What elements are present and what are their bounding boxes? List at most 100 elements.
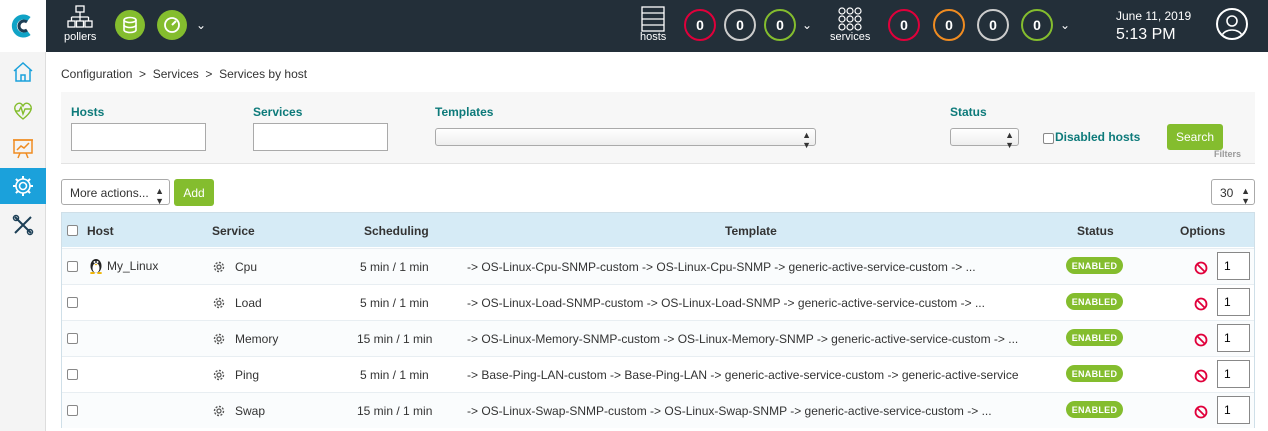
linux-penguin-icon	[89, 257, 103, 274]
disable-icon[interactable]	[1194, 297, 1208, 314]
disable-icon[interactable]	[1194, 405, 1208, 422]
pollers-button[interactable]: pollers	[64, 4, 96, 43]
table-row: Swap 15 min / 1 min -> OS-Linux-Swap-SNM…	[62, 392, 1254, 428]
table-row: Memory 15 min / 1 min -> OS-Linux-Memory…	[62, 320, 1254, 356]
service-link[interactable]: Cpu	[235, 260, 257, 274]
select-arrows-icon: ▲ ▼	[1241, 186, 1250, 206]
service-link[interactable]: Ping	[235, 368, 259, 382]
disabled-hosts-checkbox[interactable]	[1043, 133, 1054, 144]
table-header: Host Service Scheduling Template Status …	[62, 213, 1254, 247]
service-gear-icon	[212, 296, 226, 313]
page-size-select[interactable]: 30 ▲ ▼	[1211, 179, 1255, 206]
disable-icon[interactable]	[1194, 369, 1208, 386]
service-gear-icon	[212, 368, 226, 385]
services-ok-count[interactable]: 0	[1021, 9, 1053, 41]
disable-icon[interactable]	[1194, 333, 1208, 350]
host-link[interactable]: My_Linux	[107, 259, 158, 273]
latency-status-icon[interactable]	[157, 10, 187, 40]
services-filter-label: Services	[253, 105, 303, 119]
row-checkbox[interactable]	[67, 333, 78, 344]
column-header-template: Template	[725, 224, 777, 238]
sidebar-item-configuration[interactable]	[0, 168, 46, 204]
hosts-chevron-down-icon[interactable]: ⌄	[802, 18, 812, 32]
template-chain[interactable]: -> OS-Linux-Cpu-SNMP-custom -> OS-Linux-…	[467, 260, 976, 274]
column-header-host[interactable]: Host	[87, 224, 114, 238]
reporting-icon	[13, 139, 33, 159]
column-header-status: Status	[1077, 224, 1114, 238]
column-header-service[interactable]: Service	[212, 224, 255, 238]
template-chain[interactable]: -> OS-Linux-Load-SNMP-custom -> OS-Linux…	[467, 296, 985, 310]
service-gear-icon	[212, 332, 226, 349]
clock-date: June 11, 2019	[1116, 9, 1192, 23]
services-chevron-down-icon[interactable]: ⌄	[1060, 18, 1070, 32]
services-button[interactable]: services	[830, 6, 870, 43]
scheduling-value: 15 min / 1 min	[357, 332, 433, 346]
sidebar-item-reporting[interactable]	[0, 130, 46, 166]
status-badge: ENABLED	[1066, 257, 1123, 274]
more-actions-select[interactable]: More actions... ▲ ▼	[61, 179, 170, 206]
user-profile-icon[interactable]	[1216, 8, 1248, 40]
hosts-down-count[interactable]: 0	[684, 9, 716, 41]
status-filter-select[interactable]: ▲ ▼	[950, 128, 1019, 150]
services-critical-count[interactable]: 0	[888, 9, 920, 41]
duplicate-count-input[interactable]	[1217, 396, 1250, 424]
chevron-down-icon[interactable]: ⌄	[196, 18, 206, 32]
monitoring-icon	[14, 102, 32, 120]
service-link[interactable]: Load	[235, 296, 262, 310]
database-status-icon[interactable]	[115, 10, 145, 40]
status-badge: ENABLED	[1066, 329, 1123, 346]
filters-panel: Hosts Services Templates ▲ ▼ Status ▲ ▼ Di…	[61, 92, 1255, 164]
duplicate-count-input[interactable]	[1217, 288, 1250, 316]
hosts-button[interactable]: hosts	[640, 6, 666, 43]
status-badge: ENABLED	[1066, 365, 1123, 382]
service-link[interactable]: Swap	[235, 404, 265, 418]
duplicate-count-input[interactable]	[1217, 360, 1250, 388]
breadcrumb[interactable]: Configuration > Services > Services by h…	[61, 67, 307, 81]
sidebar-item-administration[interactable]	[0, 207, 46, 243]
services-filter-input[interactable]	[253, 123, 388, 151]
row-checkbox[interactable]	[67, 369, 78, 380]
duplicate-count-input[interactable]	[1217, 252, 1250, 280]
sidebar-item-monitoring[interactable]	[0, 92, 46, 128]
hosts-icon	[641, 6, 665, 32]
templates-filter-label: Templates	[435, 105, 494, 119]
pollers-label: pollers	[64, 31, 97, 43]
status-badge: ENABLED	[1066, 401, 1123, 418]
scheduling-value: 5 min / 1 min	[360, 260, 429, 274]
select-arrows-icon: ▲ ▼	[802, 130, 811, 150]
hosts-label: hosts	[640, 31, 667, 43]
hosts-unreachable-count[interactable]: 0	[724, 9, 756, 41]
home-icon	[13, 61, 33, 82]
select-all-checkbox[interactable]	[67, 225, 78, 236]
service-link[interactable]: Memory	[235, 332, 278, 346]
table-row: My_Linux Cpu 5 min / 1 min -> OS-Linux-C…	[62, 248, 1254, 284]
disable-icon[interactable]	[1194, 261, 1208, 278]
centreon-logo[interactable]	[0, 0, 46, 52]
duplicate-count-input[interactable]	[1217, 324, 1250, 352]
filters-toggle-link[interactable]: Filters	[1214, 149, 1241, 159]
pollers-icon	[67, 5, 93, 28]
hosts-filter-label: Hosts	[71, 105, 105, 119]
row-checkbox[interactable]	[67, 261, 78, 272]
table-row: Load 5 min / 1 min -> OS-Linux-Load-SNMP…	[62, 284, 1254, 320]
search-button[interactable]: Search	[1167, 124, 1223, 150]
sidebar-item-home[interactable]	[0, 54, 46, 90]
row-checkbox[interactable]	[67, 297, 78, 308]
services-warning-count[interactable]: 0	[933, 9, 965, 41]
scheduling-value: 15 min / 1 min	[357, 404, 433, 418]
template-chain[interactable]: -> OS-Linux-Swap-SNMP-custom -> OS-Linux…	[467, 404, 992, 418]
template-chain[interactable]: -> OS-Linux-Memory-SNMP-custom -> OS-Lin…	[467, 332, 1018, 346]
column-header-scheduling: Scheduling	[364, 224, 429, 238]
clock-time: 5:13 PM	[1116, 26, 1176, 43]
hosts-up-count[interactable]: 0	[764, 9, 796, 41]
templates-filter-select[interactable]: ▲ ▼	[435, 128, 816, 150]
scheduling-value: 5 min / 1 min	[360, 296, 429, 310]
row-checkbox[interactable]	[67, 405, 78, 416]
template-chain[interactable]: -> Base-Ping-LAN-custom -> Base-Ping-LAN…	[467, 368, 1019, 382]
add-button[interactable]: Add	[174, 179, 214, 206]
column-header-options: Options	[1180, 224, 1226, 238]
disabled-hosts-label: Disabled hosts	[1055, 130, 1141, 144]
hosts-filter-input[interactable]	[71, 123, 206, 151]
service-gear-icon	[212, 260, 226, 277]
services-unknown-count[interactable]: 0	[977, 9, 1009, 41]
